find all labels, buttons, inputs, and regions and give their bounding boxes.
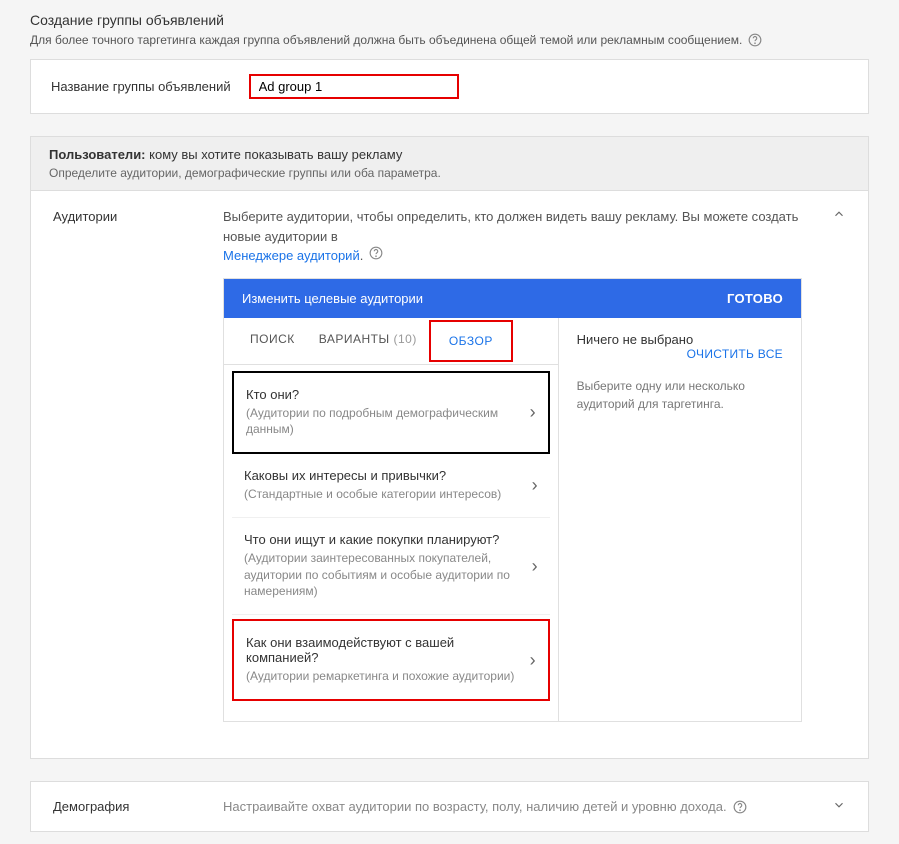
adgroup-name-label: Название группы объявлений bbox=[51, 79, 231, 94]
users-header: Пользователи: кому вы хотите показывать … bbox=[30, 136, 869, 191]
adgroup-name-input[interactable] bbox=[259, 79, 449, 94]
collapse-button[interactable] bbox=[832, 207, 846, 742]
audiences-panel-title: Изменить целевые аудитории bbox=[242, 291, 423, 306]
audiences-label: Аудитории bbox=[53, 207, 193, 742]
category-sub: (Аудитории по подробным демографическим … bbox=[246, 405, 522, 439]
audiences-panel-header: Изменить целевые аудитории ГОТОВО bbox=[224, 279, 801, 318]
users-header-sub: Определите аудитории, демографические гр… bbox=[49, 166, 850, 180]
none-selected-label: Ничего не выбрано bbox=[577, 332, 694, 347]
clear-all-button[interactable]: ОЧИСТИТЬ ВСЕ bbox=[687, 347, 783, 361]
demography-label: Демография bbox=[53, 799, 193, 814]
demography-desc: Настраивайте охват аудитории по возрасту… bbox=[223, 799, 802, 814]
expand-button[interactable] bbox=[832, 798, 846, 815]
category-interaction[interactable]: Как они взаимодействуют с вашей компание… bbox=[232, 619, 550, 701]
users-header-prefix: Пользователи: bbox=[49, 147, 146, 162]
category-interests[interactable]: Каковы их интересы и привычки? (Стандарт… bbox=[232, 454, 550, 518]
audience-manager-link[interactable]: Менеджере аудиторий bbox=[223, 246, 360, 266]
audiences-section: Аудитории Выберите аудитории, чтобы опре… bbox=[30, 191, 869, 759]
audiences-browse-column: ПОИСК ВАРИАНТЫ (10) ОБЗОР Кт bbox=[224, 318, 559, 722]
tab-browse[interactable]: ОБЗОР bbox=[429, 320, 513, 362]
tab-ideas-count: (10) bbox=[393, 332, 416, 346]
adgroup-name-card: Название группы объявлений bbox=[30, 59, 869, 114]
audiences-panel: Изменить целевые аудитории ГОТОВО ПОИСК … bbox=[223, 278, 802, 723]
audience-tabs: ПОИСК ВАРИАНТЫ (10) ОБЗОР bbox=[224, 318, 558, 365]
select-prompt: Выберите одну или несколько аудиторий дл… bbox=[577, 377, 783, 413]
page-subtitle: Для более точного таргетинга каждая груп… bbox=[30, 33, 869, 47]
category-title: Как они взаимодействуют с вашей компание… bbox=[246, 635, 522, 665]
help-icon[interactable] bbox=[369, 246, 383, 260]
audiences-desc-text: Выберите аудитории, чтобы определить, кт… bbox=[223, 207, 802, 246]
category-research[interactable]: Что они ищут и какие покупки планируют? … bbox=[232, 518, 550, 615]
category-sub: (Стандартные и особые категории интересо… bbox=[244, 486, 524, 503]
page-subtitle-text: Для более точного таргетинга каждая груп… bbox=[30, 33, 742, 47]
category-sub: (Аудитории ремаркетинга и похожие аудито… bbox=[246, 668, 522, 685]
demography-desc-text: Настраивайте охват аудитории по возрасту… bbox=[223, 799, 727, 814]
audiences-selected-column: Ничего не выбрано ОЧИСТИТЬ ВСЕ Выберите … bbox=[559, 318, 801, 722]
category-title: Каковы их интересы и привычки? bbox=[244, 468, 524, 483]
chevron-right-icon: › bbox=[524, 556, 538, 577]
help-icon[interactable] bbox=[733, 800, 747, 814]
users-header-rest: кому вы хотите показывать вашу рекламу bbox=[146, 147, 403, 162]
category-title: Что они ищут и какие покупки планируют? bbox=[244, 532, 524, 547]
tab-ideas[interactable]: ВАРИАНТЫ (10) bbox=[307, 318, 429, 364]
audiences-desc: Выберите аудитории, чтобы определить, кт… bbox=[223, 207, 802, 266]
done-button[interactable]: ГОТОВО bbox=[727, 291, 783, 306]
chevron-right-icon: › bbox=[522, 402, 536, 423]
help-icon[interactable] bbox=[748, 33, 762, 47]
category-sub: (Аудитории заинтересованных покупателей,… bbox=[244, 550, 524, 600]
category-title: Кто они? bbox=[246, 387, 522, 402]
users-header-title: Пользователи: кому вы хотите показывать … bbox=[49, 147, 850, 162]
chevron-right-icon: › bbox=[524, 475, 538, 496]
demography-section[interactable]: Демография Настраивайте охват аудитории … bbox=[30, 781, 869, 832]
chevron-right-icon: › bbox=[522, 650, 536, 671]
category-who[interactable]: Кто они? (Аудитории по подробным демогра… bbox=[232, 371, 550, 455]
page-title: Создание группы объявлений bbox=[30, 12, 869, 28]
category-list: Кто они? (Аудитории по подробным демогра… bbox=[224, 365, 558, 722]
tab-search[interactable]: ПОИСК bbox=[238, 318, 307, 364]
tab-ideas-label: ВАРИАНТЫ bbox=[319, 332, 390, 346]
adgroup-name-input-wrap bbox=[249, 74, 459, 99]
